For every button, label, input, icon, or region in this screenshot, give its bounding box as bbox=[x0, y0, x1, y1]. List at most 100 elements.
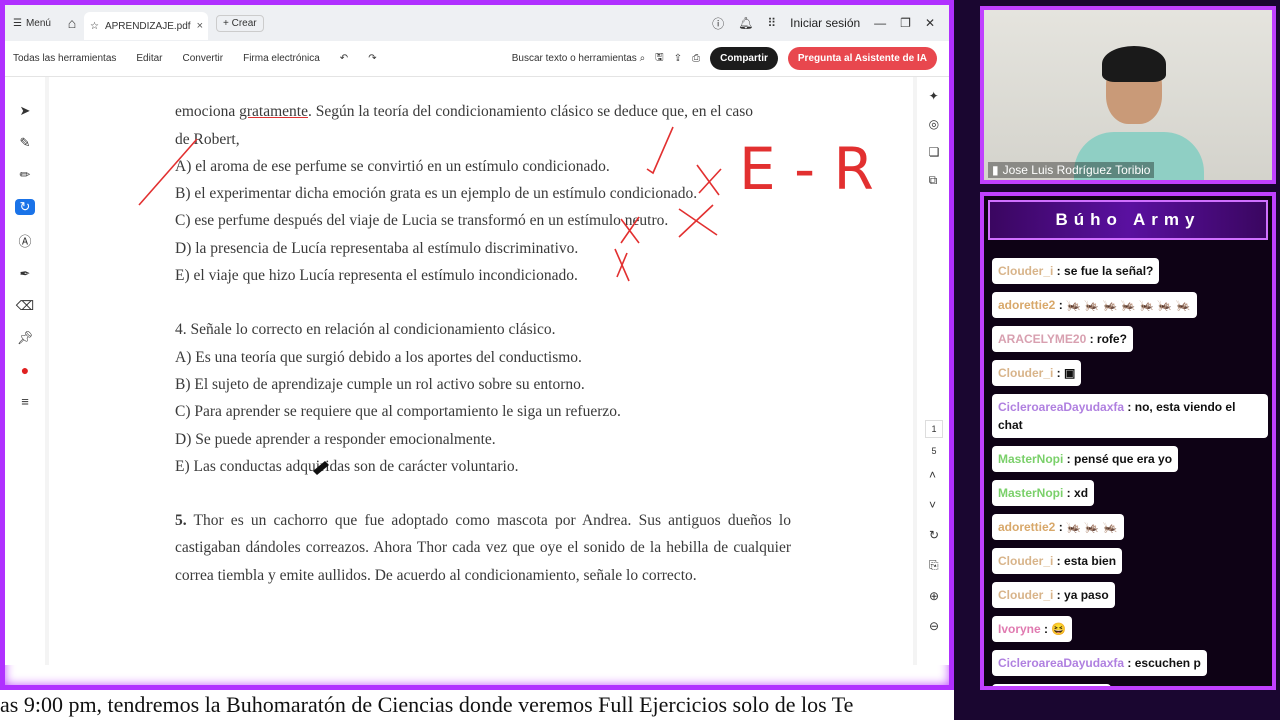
home-icon[interactable]: ⌂ bbox=[60, 15, 84, 31]
left-tool-rail: ➤ ✎ ✏ ↻ Ⓐ ✒ ⌫ 📌︎ ● ≡ bbox=[5, 77, 45, 665]
page-number-field[interactable]: 1 bbox=[925, 420, 943, 438]
chat-text: 😆 bbox=[1051, 622, 1067, 636]
text-select-icon[interactable]: Ⓐ bbox=[18, 231, 31, 250]
chat-username[interactable]: MasterNopi bbox=[998, 452, 1063, 466]
chat-message-row: MasterNopi : pensé que era yo bbox=[992, 446, 1272, 480]
tab-aprendizaje[interactable]: ☆ APRENDIZAJE.pdf × bbox=[84, 12, 208, 40]
share-button[interactable]: Compartir bbox=[710, 47, 778, 70]
chat-separator: : bbox=[1086, 332, 1097, 346]
print-icon[interactable]: ⎙ bbox=[692, 53, 700, 64]
chevron-down-icon[interactable]: ˅ bbox=[929, 498, 939, 512]
comment-icon[interactable]: ✎ bbox=[20, 135, 31, 151]
chat-text: rofe? bbox=[1096, 332, 1127, 346]
doc-line bbox=[175, 77, 791, 98]
chat-username[interactable]: Clouder_i bbox=[998, 264, 1053, 278]
search-label: Buscar texto o herramientas bbox=[511, 53, 637, 64]
fill-sign-icon[interactable]: ✒ bbox=[20, 266, 31, 282]
chat-message: Clouder_i : esta bien bbox=[992, 548, 1123, 574]
chevron-up-icon[interactable]: ˄ bbox=[929, 468, 939, 482]
signal-bars-icon: ▮ bbox=[992, 163, 999, 177]
sign-button[interactable]: Firma electrónica bbox=[243, 53, 320, 64]
upload-icon[interactable]: ⇪ bbox=[674, 53, 682, 64]
comments-icon[interactable]: ◎ bbox=[929, 117, 940, 131]
q3-option: A) el aroma de ese perfume se convirtió … bbox=[175, 157, 610, 175]
chat-username[interactable]: Clouder_i bbox=[998, 588, 1053, 602]
bell-icon[interactable]: 🔔︎ bbox=[738, 16, 753, 30]
chat-username[interactable]: adorettie2 bbox=[998, 298, 1055, 312]
q3-option: C) ese perfume después del viaje de Luci… bbox=[175, 212, 669, 230]
chat-message: Ivoryne : 😆 bbox=[992, 616, 1073, 642]
chat-username[interactable]: ARACELYME20 bbox=[998, 332, 1086, 346]
help-icon[interactable]: ⓘ bbox=[712, 15, 724, 32]
all-tools-button[interactable]: Todas las herramientas bbox=[13, 53, 116, 64]
fit-page-icon[interactable]: ⎘ bbox=[929, 558, 939, 573]
redo-icon[interactable]: ↷ bbox=[368, 53, 376, 64]
draw-icon[interactable]: ↻ bbox=[15, 199, 35, 215]
presenter-name: Jose Luis Rodríguez Toribio bbox=[1002, 163, 1151, 177]
q3-option: B) el experimentar dicha emoción grata e… bbox=[175, 185, 698, 203]
pen-icon[interactable]: ✏ bbox=[20, 167, 31, 183]
window-close-icon[interactable]: ✕ bbox=[925, 16, 935, 30]
pdf-toolbar: Todas las herramientas Editar Convertir … bbox=[5, 41, 949, 77]
ai-panel-icon[interactable]: ✦ bbox=[929, 89, 940, 103]
login-button[interactable]: Iniciar sesión bbox=[790, 16, 860, 30]
zoom-out-icon[interactable]: ⊖ bbox=[929, 619, 939, 633]
more-icon[interactable]: ≡ bbox=[21, 394, 29, 409]
chat-text: se fue la señal? bbox=[1064, 264, 1154, 278]
presenter-name-tag: ▮ Jose Luis Rodríguez Toribio bbox=[988, 162, 1155, 178]
menu-button[interactable]: ☰ Menú bbox=[5, 18, 60, 29]
chat-message-row: Clouder_i : esta bien bbox=[992, 548, 1272, 582]
chat-text: ▣ bbox=[1064, 366, 1076, 380]
maximize-icon[interactable]: ❐ bbox=[900, 16, 911, 30]
document-viewport: emociona gratamente. Según la teoría del… bbox=[45, 77, 917, 665]
q4-stem: 4. Señale lo correcto en relación al con… bbox=[175, 321, 556, 339]
q5-text: 5. Thor es un cachorro que fue adoptado … bbox=[175, 507, 791, 589]
save-icon[interactable]: 🖫 bbox=[655, 50, 664, 67]
chat-username[interactable]: Ivoryne bbox=[998, 622, 1041, 636]
undo-icon[interactable]: ↶ bbox=[340, 53, 348, 64]
chat-username[interactable]: MasterNopi bbox=[998, 486, 1063, 500]
presenter-hair bbox=[1102, 46, 1166, 82]
chat-message-row: ARACELYME20 : rofe? bbox=[992, 326, 1272, 360]
new-tab-label: Crear bbox=[231, 17, 257, 29]
zoom-in-icon[interactable]: ⊕ bbox=[929, 589, 939, 603]
chat-username[interactable]: Clouder_i bbox=[998, 366, 1053, 380]
q4-option: E) Las conductas adquiridas son de carác… bbox=[175, 457, 519, 475]
q5-body: Thor es un cachorro que fue adoptado com… bbox=[175, 512, 791, 584]
bookmark-icon[interactable]: ❏ bbox=[929, 145, 940, 159]
search-tools-field[interactable]: Buscar texto o herramientas ⌕ bbox=[512, 53, 645, 64]
edit-button[interactable]: Editar bbox=[136, 53, 162, 64]
chat-username[interactable]: Clouder_i bbox=[998, 554, 1053, 568]
color-dot-icon[interactable]: ● bbox=[21, 362, 29, 378]
webcam-frame: ▮ Jose Luis Rodríguez Toribio bbox=[980, 6, 1276, 184]
close-icon[interactable]: × bbox=[197, 20, 203, 32]
pin-icon[interactable]: 📌︎ bbox=[17, 330, 34, 346]
chat-message: CicleroareaDayudaxfa : no, esta viendo e… bbox=[992, 394, 1268, 438]
chat-message-row: Clouder_i : se fue la señal? bbox=[992, 258, 1272, 292]
document-text: emociona gratamente. Según la teoría del… bbox=[175, 85, 791, 589]
apps-icon[interactable]: ⠿ bbox=[767, 16, 776, 30]
chat-username[interactable]: adorettie2 bbox=[998, 520, 1055, 534]
doc-line: de Robert, bbox=[175, 130, 240, 148]
refresh-icon[interactable]: ↻ bbox=[929, 528, 939, 542]
q3-option: E) el viaje que hizo Lucía representa el… bbox=[175, 267, 578, 285]
eraser-icon[interactable]: ⌫ bbox=[16, 298, 34, 314]
pages-icon[interactable]: ⧉ bbox=[929, 173, 940, 188]
cursor-icon[interactable]: ➤ bbox=[20, 103, 31, 119]
convert-button[interactable]: Convertir bbox=[183, 53, 224, 64]
minimize-icon[interactable]: — bbox=[874, 16, 886, 30]
chat-text: xd bbox=[1074, 486, 1089, 500]
menu-label: Menú bbox=[25, 17, 51, 29]
chat-message-row: Clouder_i : ya paso bbox=[992, 582, 1272, 616]
chat-separator: : bbox=[1124, 400, 1135, 414]
chat-message: adorettie2 : 🦗 🦗 🦗 🦗 🦗 🦗 🦗 bbox=[992, 292, 1197, 318]
news-ticker: as 9:00 pm, tendremos la Buhomaratón de … bbox=[0, 690, 954, 720]
q4-option: B) El sujeto de aprendizaje cumple un ro… bbox=[175, 375, 585, 393]
chat-message-row: CicleroareaDayudaxfa : escuchen p bbox=[992, 650, 1272, 684]
new-tab-button[interactable]: + Crear bbox=[216, 14, 264, 32]
chat-message: CicleroareaDayudaxfa : escuchen p bbox=[992, 650, 1207, 676]
chat-username[interactable]: CicleroareaDayudaxfa bbox=[998, 400, 1124, 414]
ai-assistant-button[interactable]: Pregunta al Asistente de IA bbox=[787, 47, 937, 70]
chat-username[interactable]: CicleroareaDayudaxfa bbox=[998, 656, 1124, 670]
chat-separator: : bbox=[1124, 656, 1135, 670]
